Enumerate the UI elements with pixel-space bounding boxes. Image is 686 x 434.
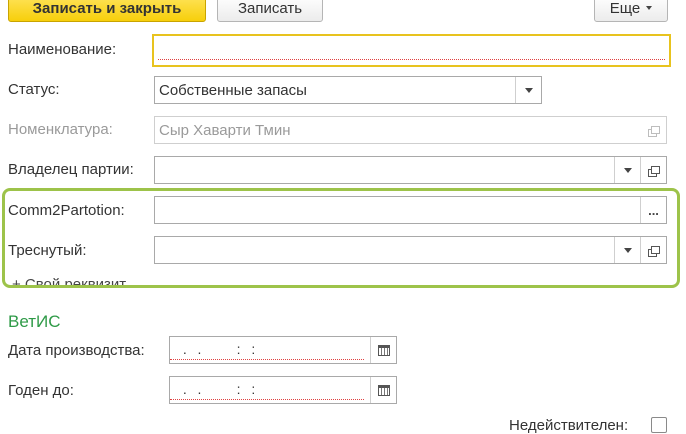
status-label: Статус: [8,81,60,98]
expiry-label: Годен до: [8,382,74,399]
owner-select[interactable] [154,156,667,184]
status-value: Собственные запасы [159,81,307,99]
chevron-down-icon [646,6,653,10]
calendar-icon [377,344,390,356]
calendar-icon [377,384,390,396]
name-value [158,41,665,60]
nomenclature-value: Сыр Хаварти Тмин [159,121,291,139]
invalid-checkbox[interactable] [651,417,667,433]
open-window-icon [648,165,660,177]
production-date-input[interactable]: . . : : [169,336,397,364]
chevron-down-icon [623,167,632,173]
highlight-frame [2,188,680,288]
status-dropdown-button[interactable] [515,77,541,103]
chevron-down-icon [524,87,533,93]
production-date-mask: . . : : [170,339,364,360]
owner-dropdown-button[interactable] [614,157,640,183]
expiry-date-mask: . . : : [170,379,364,400]
nomenclature-open-button [640,117,666,143]
name-input[interactable] [152,34,671,67]
invalid-label: Недействителен: [509,417,629,434]
expiry-date-input[interactable]: . . : : [169,376,397,404]
nomenclature-label: Номенклатура: [8,121,113,138]
name-label: Наименование: [8,41,117,58]
nomenclature-field: Сыр Хаварти Тмин [154,116,667,144]
more-button-label: Еще [609,0,641,17]
open-window-icon [647,125,660,137]
vetis-section-title: ВетИС [8,312,61,331]
more-button[interactable]: Еще [594,0,668,22]
save-button[interactable]: Записать [217,0,323,22]
production-date-calendar-button[interactable] [370,337,396,363]
production-date-label: Дата производства: [8,342,145,359]
owner-open-button[interactable] [640,157,666,183]
save-and-close-button[interactable]: Записать и закрыть [8,0,206,22]
expiry-date-calendar-button[interactable] [370,377,396,403]
status-select[interactable]: Собственные запасы [154,76,542,104]
owner-label: Владелец партии: [8,161,134,178]
